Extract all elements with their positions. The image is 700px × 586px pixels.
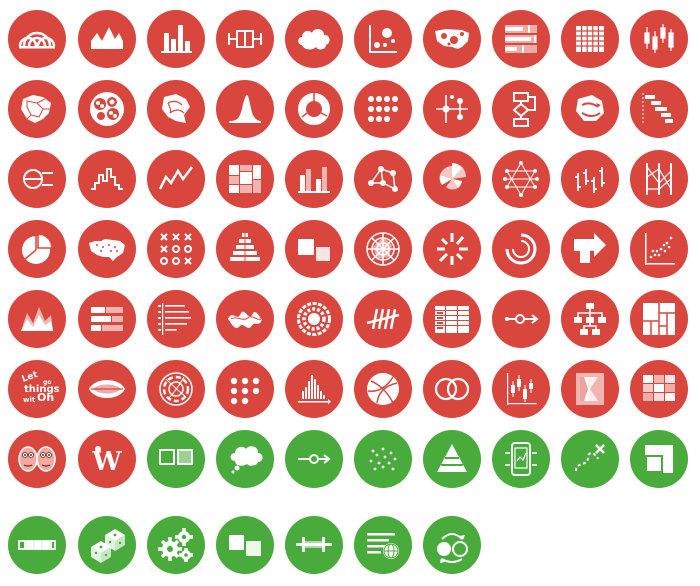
error-bars-icon[interactable] <box>561 360 619 418</box>
tally-chart-icon[interactable] <box>423 290 481 348</box>
arc-diagram-icon[interactable] <box>8 10 66 68</box>
chord-diagram-icon[interactable] <box>216 360 274 418</box>
cycle-icon[interactable] <box>423 516 481 574</box>
dice-icon[interactable] <box>78 516 136 574</box>
flow-map-icon[interactable] <box>561 80 619 138</box>
venn-diagram-icon[interactable] <box>8 150 66 208</box>
svg-text:wit: wit <box>23 396 36 404</box>
population-pyramid-icon[interactable] <box>216 220 274 278</box>
area-graph-icon[interactable] <box>78 10 136 68</box>
radial-bar-chart-icon[interactable] <box>354 220 412 278</box>
pie-chart-icon[interactable] <box>8 220 66 278</box>
parallel-coordinates-plot-icon[interactable] <box>630 150 688 208</box>
range-slider-icon[interactable] <box>285 516 343 574</box>
pyramid-icon[interactable] <box>423 430 481 488</box>
sankey-diagram-icon[interactable] <box>492 220 550 278</box>
radial-column-chart-icon[interactable] <box>423 220 481 278</box>
bar-chart-icon[interactable] <box>147 10 205 68</box>
flow-chart-icon[interactable] <box>492 80 550 138</box>
histogram-icon[interactable] <box>78 150 136 208</box>
stacked-area-graph-icon[interactable] <box>78 290 136 348</box>
chart-with-globe-icon[interactable] <box>354 516 412 574</box>
calendar-icon[interactable] <box>561 10 619 68</box>
span-chart-icon[interactable] <box>630 220 688 278</box>
word-cloud-icon[interactable] <box>78 360 136 418</box>
svg-text:Oh: Oh <box>37 391 54 404</box>
histogram-icon[interactable] <box>354 360 412 418</box>
stream-graph-icon[interactable] <box>285 290 343 348</box>
process-arrow-icon[interactable] <box>285 430 343 488</box>
globe-chart-icon[interactable] <box>423 360 481 418</box>
sequence-bar-icon[interactable] <box>8 516 66 574</box>
circle-packing-icon[interactable] <box>78 80 136 138</box>
radar-chart-icon[interactable] <box>285 220 343 278</box>
proportional-area-chart-icon[interactable] <box>147 220 205 278</box>
thought-cloud-icon[interactable] <box>216 430 274 488</box>
icon-grid: Let things go wit Oh W <box>0 0 700 586</box>
non-ribbon-chord-diagram-icon[interactable] <box>492 150 550 208</box>
violin-plot-icon[interactable] <box>147 360 205 418</box>
timetable-icon[interactable] <box>561 290 619 348</box>
candlestick-chart-icon[interactable] <box>630 10 688 68</box>
bubble-chart-icon[interactable] <box>354 10 412 68</box>
connection-map-icon[interactable] <box>147 80 205 138</box>
timeline-icon[interactable] <box>492 290 550 348</box>
scattered-dots-icon[interactable] <box>354 430 412 488</box>
network-diagram-icon[interactable] <box>354 150 412 208</box>
box-and-whisker-plot-icon[interactable] <box>216 10 274 68</box>
bullet-graph-icon[interactable] <box>492 10 550 68</box>
wikipedia-icon[interactable]: W <box>78 430 136 488</box>
multiset-bar-chart-icon[interactable] <box>285 150 343 208</box>
stem-and-leaf-plot-icon[interactable] <box>216 290 274 348</box>
spiral-plot-icon[interactable] <box>8 290 66 348</box>
bubble-map-icon[interactable] <box>423 10 481 68</box>
chernoff-faces-icon[interactable] <box>8 430 66 488</box>
gears-icon[interactable] <box>147 516 205 574</box>
nightingale-rose-chart-icon[interactable] <box>423 150 481 208</box>
heatmap-icon[interactable] <box>630 360 688 418</box>
dot-matrix-chart-icon[interactable] <box>285 360 343 418</box>
comparison-icon[interactable] <box>147 430 205 488</box>
svg-text:Let: Let <box>21 370 40 385</box>
expand-box-icon[interactable] <box>630 430 688 488</box>
scatterplot-icon[interactable] <box>561 220 619 278</box>
point-and-figure-chart-icon[interactable] <box>78 220 136 278</box>
treemap-icon[interactable]: Let things go wit Oh <box>8 360 66 418</box>
sunburst-diagram-icon[interactable] <box>354 290 412 348</box>
svg-text:go: go <box>43 379 51 386</box>
donut-chart-icon[interactable] <box>285 80 343 138</box>
density-plot-icon[interactable] <box>216 80 274 138</box>
tree-diagram-icon[interactable] <box>630 290 688 348</box>
stacked-bar-graph-icon[interactable] <box>147 290 205 348</box>
dot-map-icon[interactable] <box>423 80 481 138</box>
brainstorm-cloud-icon[interactable] <box>285 10 343 68</box>
venn-diagram-icon[interactable] <box>492 360 550 418</box>
marimekko-chart-icon[interactable] <box>216 150 274 208</box>
dot-matrix-chart-icon[interactable] <box>354 80 412 138</box>
side-by-side-boxes-icon[interactable] <box>216 516 274 574</box>
line-graph-icon[interactable] <box>147 150 205 208</box>
open-high-low-close-chart-icon[interactable] <box>561 150 619 208</box>
choropleth-map-icon[interactable] <box>8 80 66 138</box>
mobile-screen-icon[interactable] <box>492 430 550 488</box>
gantt-chart-icon[interactable] <box>630 80 688 138</box>
svg-text:W: W <box>91 447 122 477</box>
route-map-icon[interactable] <box>561 430 619 488</box>
